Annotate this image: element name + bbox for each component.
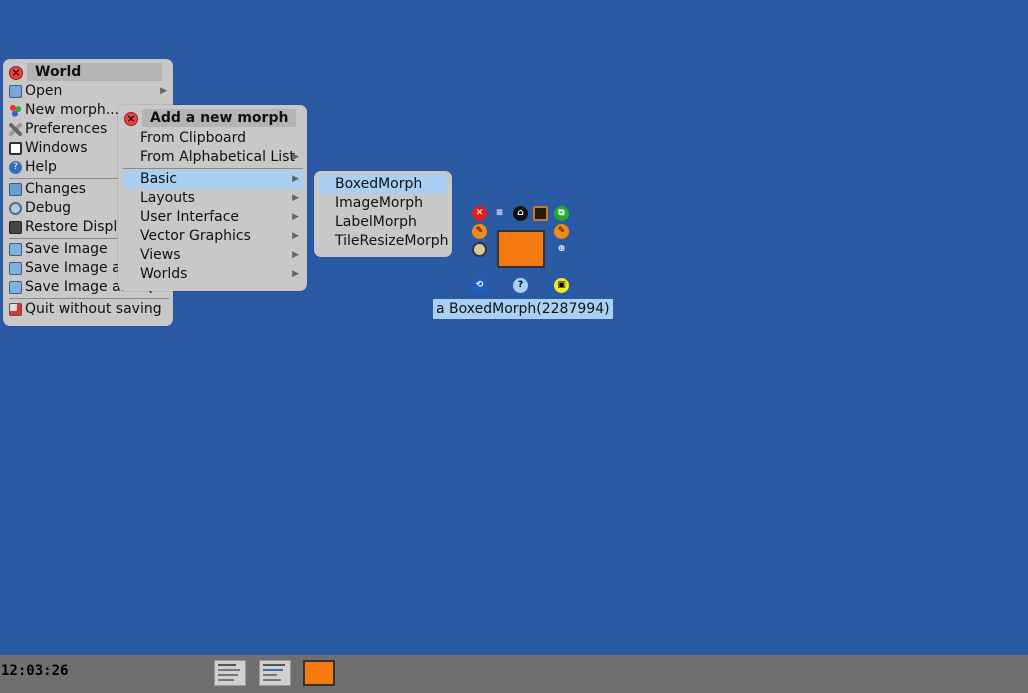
menu-item-basic[interactable]: Basic ▶ [123,170,303,189]
submenu-arrow-icon: ▶ [160,86,167,96]
menu-item-label: Basic [140,171,178,187]
menu-item-label: Views [140,247,181,263]
help-icon: ? [9,161,22,174]
submenu-arrow-icon: ▶ [292,193,299,203]
menu-item-label: Changes [25,181,86,197]
menu-item-label: Vector Graphics [140,228,251,244]
menu-item-label: Preferences [25,121,108,137]
menu-item-label: Windows [25,140,88,156]
halo-label: a BoxedMorph(2287994) [433,299,613,319]
menu-item-user-interface[interactable]: User Interface ▶ [123,208,303,227]
menu-item-layouts[interactable]: Layouts ▶ [123,189,303,208]
world-menu-title: World [27,63,162,81]
menu-item-label: User Interface [140,209,240,225]
menu-item-open[interactable]: Open ▶ [9,82,171,101]
add-morph-menu: × Add a new morph From Clipboard From Al… [118,105,307,291]
move-handle-icon[interactable] [533,206,548,221]
menu-item-label: LabelMorph [335,214,417,230]
debug-icon [9,202,22,215]
menu-item-label: Save Image [25,241,108,257]
windows-icon [9,142,22,155]
add-morph-menu-title: Add a new morph [142,109,296,127]
save-as-icon [9,262,22,275]
menu-item-labelmorph[interactable]: LabelMorph [319,213,447,232]
menu-item-label: BoxedMorph [335,176,423,192]
menu-item-imagemorph[interactable]: ImageMorph [319,194,447,213]
menu-item-label: ImageMorph [335,195,424,211]
pick-up-handle-icon[interactable]: ⌂ [513,206,528,221]
close-handle-icon[interactable]: ✕ [472,206,487,221]
menu-item-label: From Alphabetical List [140,149,295,165]
taskbar-thumbnail-boxed-morph[interactable] [303,660,335,686]
menu-item-quit-without-saving[interactable]: Quit without saving [9,300,171,319]
taskbar-thumbnail-add-morph-menu[interactable] [259,660,291,686]
save-icon [9,243,22,256]
menu-item-vector-graphics[interactable]: Vector Graphics ▶ [123,227,303,246]
submenu-arrow-icon: ▶ [292,152,299,162]
menu-item-label: New morph... [25,102,120,118]
menu-item-from-clipboard[interactable]: From Clipboard [123,129,303,148]
boxed-morph[interactable] [497,230,545,268]
wrench-screwdriver-icon [9,123,22,136]
grab-handle-icon[interactable]: ✎ [554,224,569,239]
new-morph-icon [9,104,22,117]
taskbar: 12:03:26 [0,655,1028,693]
menu-item-label: Open [25,83,63,99]
save-quit-icon [9,281,22,294]
taskbar-thumbnail-world-menu[interactable] [214,660,246,686]
menu-item-from-alphabetical-list[interactable]: From Alphabetical List ▶ [123,148,303,167]
submenu-arrow-icon: ▶ [292,231,299,241]
menu-handle-icon[interactable]: ≡ [492,206,507,221]
world-menu-close-icon[interactable]: × [9,66,23,80]
clock: 12:03:26 [1,663,69,679]
changes-icon [9,183,22,196]
add-morph-menu-close-icon[interactable]: × [124,112,138,126]
submenu-arrow-icon: ▶ [292,250,299,260]
display-icon [9,221,22,234]
zoom-handle-icon[interactable]: ⊕ [554,242,569,257]
debug-handle-icon[interactable]: ✎ [472,224,487,239]
menu-item-worlds[interactable]: Worlds ▶ [123,265,303,284]
menu-item-label: Help [25,159,57,175]
rotate-handle-icon[interactable]: ⟲ [472,278,487,293]
menu-item-views[interactable]: Views ▶ [123,246,303,265]
submenu-arrow-icon: ▶ [292,174,299,184]
quit-icon [9,303,22,316]
menu-item-tileresizemorph[interactable]: TileResizeMorph [319,232,449,251]
menu-item-boxedmorph[interactable]: BoxedMorph [319,175,447,194]
collapse-handle-icon[interactable] [472,242,487,257]
resize-handle-icon[interactable]: ▣ [554,278,569,293]
menu-separator [123,168,303,169]
duplicate-handle-icon[interactable]: ⧉ [554,206,569,221]
submenu-arrow-icon: ▶ [292,212,299,222]
basic-submenu: BoxedMorph ImageMorph LabelMorph TileRes… [314,171,452,257]
menu-item-label: From Clipboard [140,130,247,146]
menu-item-label: Worlds [140,266,188,282]
menu-separator [9,298,169,299]
menu-item-label: Debug [25,200,72,216]
menu-item-label: Layouts [140,190,195,206]
submenu-arrow-icon: ▶ [292,269,299,279]
menu-item-label: Quit without saving [25,301,162,317]
folder-icon [9,85,22,98]
menu-item-label: TileResizeMorph [335,233,449,249]
help-handle-icon[interactable]: ? [513,278,528,293]
